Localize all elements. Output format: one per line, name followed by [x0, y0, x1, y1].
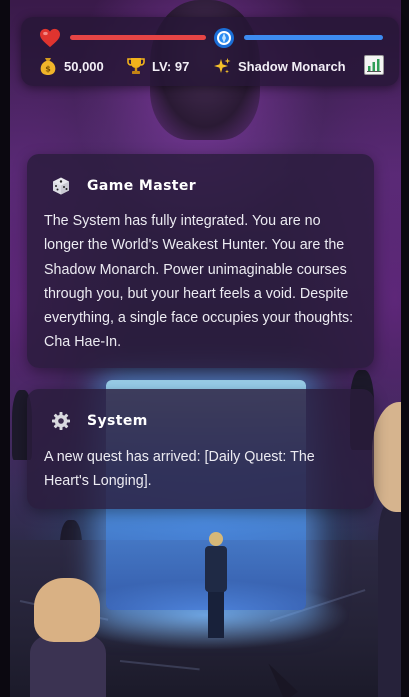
svg-text:$: $ [45, 65, 51, 74]
mp-bar-fill [244, 35, 383, 40]
mp-bar [244, 35, 383, 40]
bar-chart-icon [367, 59, 381, 72]
hp-bar [70, 35, 206, 40]
gold-counter: $ 50,000 [38, 55, 104, 77]
stats-button[interactable] [364, 55, 384, 75]
status-hud: $ 50,000 LV: 97 Shadow Monarch [21, 17, 399, 86]
message-text: The System has fully integrated. You are… [44, 213, 354, 351]
sparkles-icon [214, 58, 231, 74]
player-class-text: Shadow Monarch [238, 58, 346, 74]
hunter-figure [203, 532, 227, 638]
gear-icon [52, 412, 70, 430]
character-left [30, 578, 106, 697]
trophy-icon [127, 58, 145, 74]
level-indicator: LV: 97 [126, 55, 189, 77]
message-header: System [51, 410, 148, 432]
message-sender: System [87, 413, 148, 429]
player-class: Shadow Monarch [212, 55, 346, 77]
message-header: Game Master [51, 175, 196, 197]
mana-orb-icon [214, 28, 234, 48]
money-bag-icon: $ [40, 58, 56, 75]
heart-icon [40, 28, 60, 48]
dice-icon [53, 177, 69, 195]
game-master-message: Game Master The System has fully integra… [27, 154, 374, 368]
level-text: LV: 97 [152, 58, 190, 74]
message-text: A new quest has arrived: [Daily Quest: T… [44, 449, 315, 490]
message-sender: Game Master [87, 178, 197, 194]
system-message: System A new quest has arrived: [Daily Q… [27, 389, 374, 509]
gold-amount: 50,000 [64, 58, 104, 74]
hp-bar-fill [70, 35, 206, 40]
